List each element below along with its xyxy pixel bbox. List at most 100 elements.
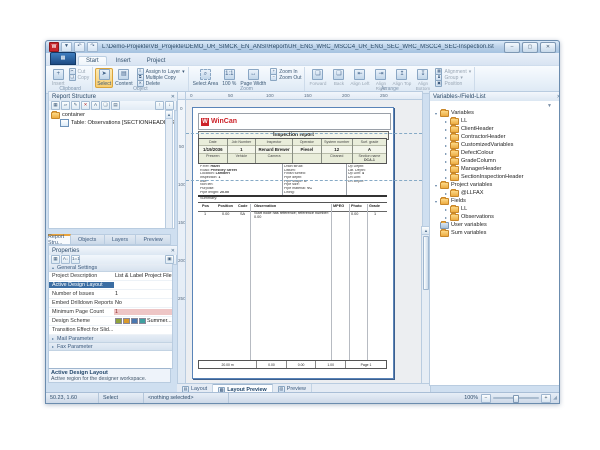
property-row-design-scheme[interactable]: Design Scheme Summer... — [49, 317, 172, 326]
copy-button[interactable]: ❏ Copy — [69, 75, 90, 80]
tab-objects[interactable]: Objects — [71, 234, 105, 245]
property-row[interactable]: Project Description List & Label Project… — [49, 272, 172, 281]
tree-item-table-observations[interactable]: Table: Observations [SECTIONHEADER2SECOB… — [51, 119, 174, 127]
minimize-button[interactable]: – — [504, 42, 520, 53]
property-row-active-design-layout[interactable]: Active Design Layout — [49, 281, 172, 290]
copy-item-icon[interactable]: ❏ — [101, 101, 110, 110]
status-bar: 50.23, 1.60 Select <nothing selected> 10… — [46, 392, 559, 403]
align-top-icon: ↥ — [396, 69, 407, 80]
properties-close-icon[interactable]: ✕ — [171, 248, 175, 254]
close-button[interactable]: ✕ — [540, 42, 556, 53]
var-folder-contractorheader[interactable]: ▸ContractorHeader — [434, 133, 560, 141]
copy-label: Copy — [78, 75, 90, 81]
variables-panel-close-icon[interactable]: ✕ — [557, 94, 560, 100]
maximize-button[interactable]: ▢ — [522, 42, 538, 53]
assign-to-layer-button[interactable]: ≡ Assign to Layer▾ — [137, 69, 185, 74]
zoom-in-control-icon[interactable]: + — [541, 394, 551, 403]
var-folder-clientheader[interactable]: ▸ClientHeader — [434, 125, 560, 133]
var-section-variables[interactable]: ▾ Variables — [434, 109, 560, 117]
sort-icon[interactable]: A — [91, 101, 100, 110]
zoom-out-control-icon[interactable]: − — [481, 394, 491, 403]
property-help-icon[interactable]: ▣ — [165, 255, 174, 264]
var-folder-managerheader[interactable]: ▸ManagerHeader — [434, 165, 560, 173]
sort-az-icon[interactable]: A↓ — [61, 255, 70, 264]
var-folder-defectcolour[interactable]: ▸DefectColour — [434, 149, 560, 157]
var-section-fields[interactable]: ▾ Fields — [434, 197, 560, 205]
move-down-icon[interactable]: ↓ — [165, 101, 174, 110]
insert-button[interactable]: + Insert — [50, 68, 67, 88]
report-page[interactable]: W WinCan Inspection report Date 1/19/203… — [192, 107, 394, 379]
table-column-rule — [367, 204, 368, 360]
one-to-one-icon[interactable]: 1=1 — [71, 255, 80, 264]
var-section-project-variables[interactable]: ▾ Project variables — [434, 181, 560, 189]
save-icon[interactable]: ▼ — [61, 42, 72, 52]
status-selection: <nothing selected> — [144, 393, 229, 403]
zoom-out-button[interactable]: − Zoom Out — [270, 75, 301, 80]
paste-icon[interactable]: ▱ — [61, 101, 70, 110]
back-icon: ❏ — [333, 69, 344, 80]
field-folder-observations[interactable]: ▸Observations — [434, 213, 560, 221]
var-folder-customizedvariables[interactable]: ▸CustomizedVariables — [434, 141, 560, 149]
content-button[interactable]: ▤ Content — [113, 68, 135, 88]
report-structure-scrollbar[interactable]: ▲ — [165, 110, 173, 229]
multiple-copy-button[interactable]: ⧉ Multiple Copy — [137, 75, 185, 80]
zoom-slider[interactable] — [493, 397, 539, 399]
delete-item-icon[interactable]: ✕ — [81, 101, 90, 110]
align-top-button[interactable]: ↥ Align Top — [391, 68, 412, 86]
resize-grip[interactable]: ◢ — [551, 395, 559, 401]
cursor-coordinates: 50.23, 1.60 — [46, 393, 99, 403]
design-canvas[interactable]: W WinCan Inspection report Date 1/19/203… — [185, 99, 423, 385]
designer-window: W ▼ ↶ ↷ L:\Demo-Projekte\VB_Projekte\DEM… — [45, 40, 560, 404]
select-area-button[interactable]: ⌕ Select Area — [191, 68, 221, 88]
var-folder-sectioninspectionheader[interactable]: ▸SectionInspectionHeader — [434, 173, 560, 181]
tree-item-container[interactable]: container — [51, 111, 174, 119]
observation-row[interactable]: 1 0.00 SA Start node has reference; refe… — [198, 212, 387, 220]
field-folder-ll[interactable]: ▸LL — [434, 205, 560, 213]
edit-icon[interactable]: ✎ — [71, 101, 80, 110]
var-folder-ll[interactable]: ▸LL — [434, 117, 560, 125]
scroll-up-icon[interactable]: ▲ — [166, 111, 172, 119]
move-up-icon[interactable]: ↑ — [155, 101, 164, 110]
var-folder-gradecolumn[interactable]: ▸GradeColumn — [434, 157, 560, 165]
hruler-150: 150 — [304, 93, 312, 98]
properties-grid: ▴General Settings Project Description Li… — [48, 264, 173, 369]
file-menu-button[interactable]: ▦ — [50, 52, 76, 65]
property-row[interactable]: Transition Effect for Slid... — [49, 326, 172, 335]
align-left-button[interactable]: ⇤ Align Left — [349, 68, 370, 86]
var-section-user-variables[interactable]: User variables — [434, 221, 560, 229]
tab-report-structure[interactable]: Report Stru... — [48, 234, 71, 245]
property-row[interactable]: Number of Issues 1 — [49, 290, 172, 299]
app-icon: W — [49, 42, 59, 52]
property-row-minimum-page-count[interactable]: Minimum Page Count 1 — [49, 308, 172, 317]
property-row[interactable]: Embed Drilldown Reports No — [49, 299, 172, 308]
report-header-table: Date 1/19/2036 Preseen Job Number 1 Vehi… — [198, 138, 387, 164]
report-structure-close-icon[interactable]: ✕ — [171, 94, 175, 100]
group-fax-parameter[interactable]: ▸Fax Parameter — [49, 343, 172, 351]
object-guide-line — [186, 180, 422, 181]
page-width-button[interactable]: ↔ Page Width — [238, 68, 268, 88]
var-folder-llfax[interactable]: ▸@LLFAX — [434, 189, 560, 197]
tab-preview[interactable]: Preview — [136, 234, 171, 245]
insert-icon: + — [53, 69, 64, 80]
tab-layers[interactable]: Layers — [105, 234, 137, 245]
select-button[interactable]: ➤ Select — [95, 68, 113, 88]
tab-project[interactable]: Project — [140, 57, 173, 65]
ribbon-group-zoom: ⌕ Select Area 1:1 100 % ↔ Page Width + Z… — [189, 67, 306, 92]
group-general-settings[interactable]: ▴General Settings — [49, 264, 172, 272]
align-right-icon: ⇥ — [375, 69, 386, 80]
var-section-sum-variables[interactable]: Sum variables — [434, 229, 560, 237]
group-mail-parameter[interactable]: ▸Mail Parameter — [49, 335, 172, 343]
zoom-slider-thumb[interactable] — [513, 395, 519, 403]
logo-box: W WinCan — [198, 113, 391, 130]
zoom-100-button[interactable]: 1:1 100 % — [220, 68, 238, 88]
left-panel-tabs: Report Stru... Objects Layers Preview — [48, 234, 171, 245]
tab-insert[interactable]: Insert — [109, 57, 138, 65]
redo-icon[interactable]: ↷ — [87, 42, 98, 52]
clipboard-icon[interactable]: ▤ — [111, 101, 120, 110]
categorized-view-icon[interactable]: ▦ — [51, 255, 60, 264]
undo-icon[interactable]: ↶ — [74, 42, 85, 52]
back-button[interactable]: ❏ Back — [328, 68, 349, 86]
tab-start[interactable]: Start — [78, 56, 107, 65]
forward-button[interactable]: ❏ Forward — [307, 68, 328, 86]
new-element-icon[interactable]: ▦ — [51, 101, 60, 110]
